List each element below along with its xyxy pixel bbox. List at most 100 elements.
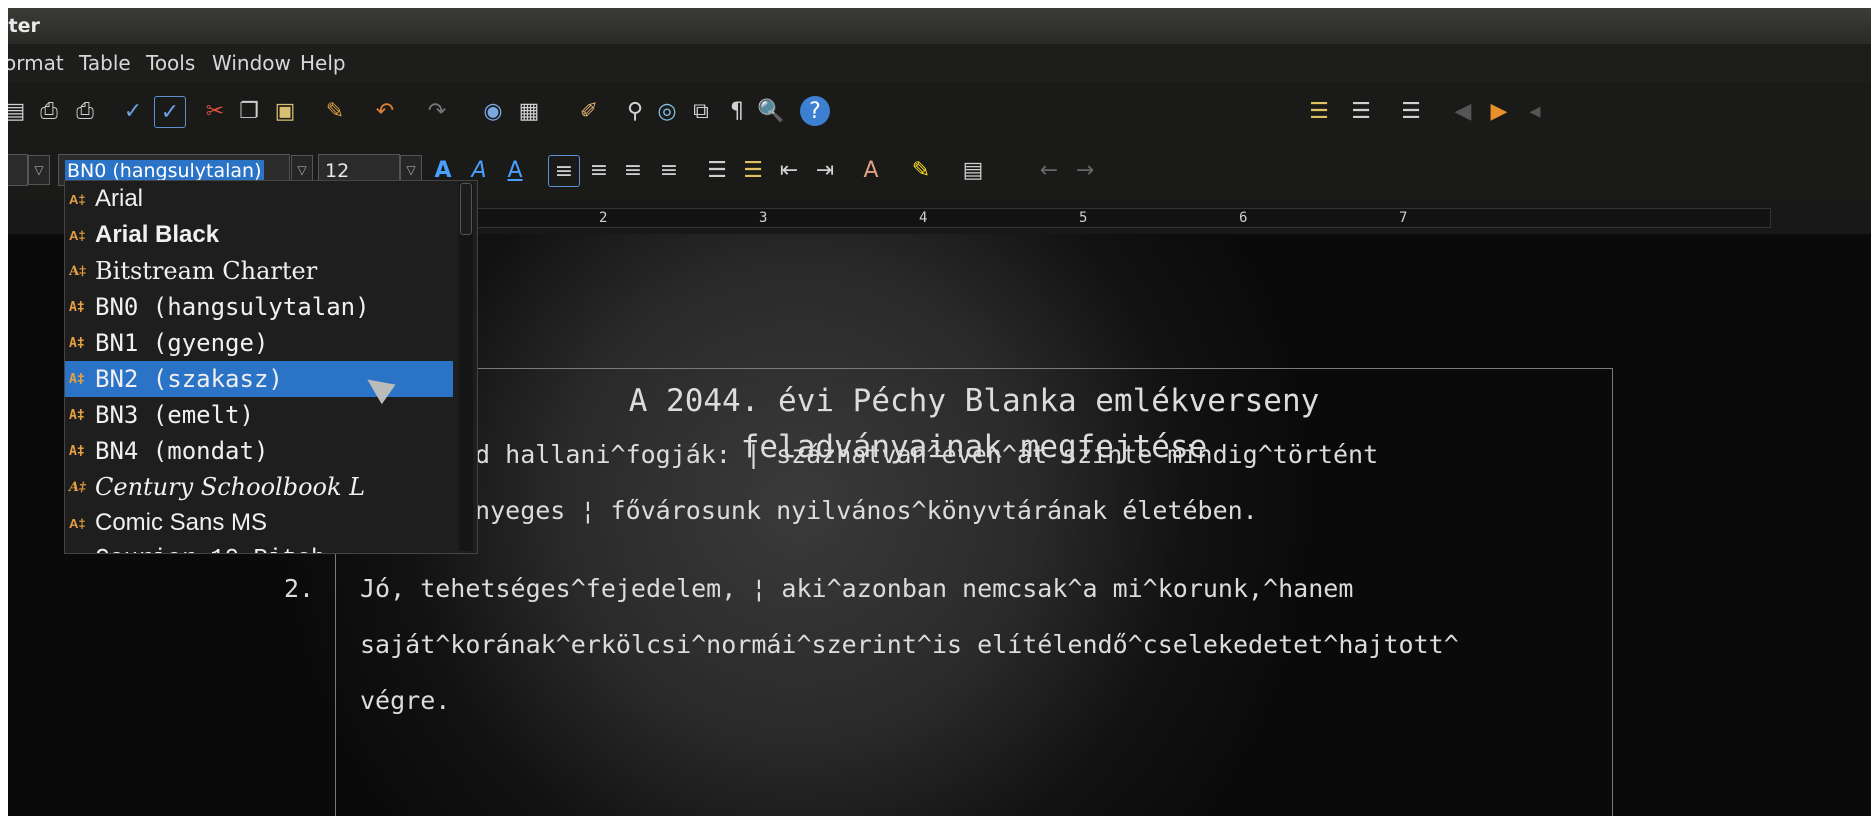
title-bar: iter	[8, 8, 1871, 44]
redo-icon[interactable]: ↷	[422, 96, 452, 126]
window-title: iter	[8, 15, 40, 37]
formatting-marks-icon[interactable]: ¶	[722, 96, 752, 126]
font-option[interactable]: A‡ Arial	[65, 181, 453, 217]
font-option-label: BN3 (emelt)	[95, 401, 254, 429]
background-color-icon[interactable]: ▤	[958, 155, 988, 185]
bullets-icon[interactable]: ☰	[738, 155, 768, 185]
font-color-icon[interactable]: A	[856, 155, 886, 185]
list-item-number: 2.	[284, 574, 315, 603]
document-line: saját^korának^erkölcsi^normái^szerint^is…	[360, 630, 1459, 659]
document-line: jd hallani^fogják: | százhatvan^éven^át …	[460, 440, 1379, 469]
paste-icon[interactable]: ▣	[270, 96, 300, 126]
menu-format[interactable]: ormat	[8, 44, 64, 82]
font-option[interactable]: A‡ BN3 (emelt)	[65, 397, 453, 433]
clone-formatting-icon[interactable]: ✎	[320, 96, 350, 126]
list3-icon[interactable]: ☰	[1396, 96, 1426, 126]
highlight-icon[interactable]: ✎	[906, 155, 936, 185]
list2-icon[interactable]: ☰	[1346, 96, 1376, 126]
font-list-dropdown[interactable]: A‡ Arial A‡ Arial Black A‡ Bitstream Charte…	[64, 180, 478, 554]
font-size-value: 12	[325, 160, 350, 182]
style-input[interactable]	[8, 154, 28, 186]
arrow-small-icon[interactable]: ◂	[1520, 96, 1550, 126]
font-option-label: Courier 10 Pitch	[95, 546, 325, 554]
help-icon[interactable]: ?	[800, 96, 830, 126]
font-option[interactable]: A‡ BN1 (gyenge)	[65, 325, 453, 361]
menu-table[interactable]: Table	[79, 44, 131, 82]
font-option-label: Century Schoolbook L	[95, 473, 366, 501]
ruler-number: 6	[1239, 210, 1248, 226]
gallery-icon[interactable]: ⧉	[686, 96, 716, 126]
font-type-icon: A‡	[69, 191, 86, 207]
font-type-icon: A‡	[69, 227, 86, 243]
undo-icon[interactable]: ↶	[370, 96, 400, 126]
standard-toolbar: ▤ ⎙ ⎙ ✓ ✓ ✂ ❐ ▣ ✎ ↶ ↷ ◉ ▦ ✐ ⚲ ◎ ⧉ ¶ 🔍 ? …	[8, 82, 1871, 140]
font-option-label: Arial Black	[95, 221, 220, 248]
forward-arrow-icon[interactable]: →	[1070, 155, 1100, 185]
numbering-icon[interactable]: ☰	[702, 155, 732, 185]
pdf-icon[interactable]: ▤	[8, 96, 30, 126]
arrow-left-icon[interactable]: ◀	[1448, 96, 1478, 126]
find-replace-icon[interactable]: ⚲	[620, 96, 650, 126]
underline-icon[interactable]: A	[500, 155, 530, 185]
justify-icon[interactable]: ≡	[654, 155, 684, 185]
font-name-value: BN0 (hangsulytalan)	[65, 160, 264, 182]
cut-icon[interactable]: ✂	[200, 96, 230, 126]
menu-window[interactable]: Window	[212, 44, 291, 82]
font-type-icon: A‡	[69, 299, 85, 315]
font-type-icon: A‡	[69, 263, 86, 279]
spellcheck-icon[interactable]: ✓	[118, 96, 148, 126]
print-icon[interactable]: ⎙	[34, 96, 64, 126]
font-type-icon: A‡	[69, 335, 85, 351]
print-preview-icon[interactable]: ⎙	[70, 96, 100, 126]
auto-spellcheck-icon[interactable]: ✓	[154, 96, 186, 128]
font-option[interactable]: A‡ BN0 (hangsulytalan)	[65, 289, 453, 325]
font-option-label: Arial	[95, 185, 144, 212]
font-option[interactable]: A‡ BN4 (mondat)	[65, 433, 453, 469]
zoom-icon[interactable]: 🔍	[756, 96, 786, 126]
font-type-icon: A‡	[69, 443, 85, 459]
font-type-icon: A‡	[69, 371, 85, 387]
draw-icon[interactable]: ✐	[574, 96, 604, 126]
font-option[interactable]: A‡ Arial Black	[65, 217, 453, 253]
font-option[interactable]: A‡ Bitstream Charter	[65, 253, 453, 289]
hyperlink-icon[interactable]: ◉	[478, 96, 508, 126]
font-type-icon: A‡	[69, 552, 95, 554]
document-line: végre.	[360, 686, 451, 715]
ruler-number: 4	[919, 210, 928, 226]
menu-help[interactable]: Help	[300, 44, 346, 82]
arrow-right-icon[interactable]: ▶	[1484, 96, 1514, 126]
font-option-selected[interactable]: A‡ BN2 (szakasz)	[65, 361, 453, 397]
increase-indent-icon[interactable]: ⇥	[810, 155, 840, 185]
font-type-icon: A‡	[69, 407, 85, 423]
application-window: iter ormat Table Tools Window Help ▤ ⎙ ⎙…	[8, 8, 1871, 816]
align-right-icon[interactable]: ≡	[618, 155, 648, 185]
ruler-number: 7	[1399, 210, 1408, 226]
scrollbar-thumb[interactable]	[460, 183, 472, 235]
font-type-icon: A‡	[69, 479, 86, 495]
menu-tools[interactable]: Tools	[146, 44, 195, 82]
document-title-line1: A 2044. évi Péchy Blanka emlékverseny	[628, 383, 1320, 419]
menu-bar: ormat Table Tools Window Help	[8, 44, 1871, 82]
align-center-icon[interactable]: ≡	[584, 155, 614, 185]
font-option-label: Bitstream Charter	[95, 257, 318, 285]
ruler-number: 3	[759, 210, 768, 226]
font-option-label: Comic Sans MS	[95, 509, 268, 536]
navigator-icon[interactable]: ◎	[652, 96, 682, 126]
document-line: ényeges ¦ fővárosunk nyilvános^könyvtárá…	[460, 496, 1258, 525]
table-icon[interactable]: ▦	[514, 96, 544, 126]
font-option[interactable]: A‡ Comic Sans MS	[65, 505, 453, 541]
style-dropdown-icon[interactable]: ▽	[28, 155, 50, 185]
copy-icon[interactable]: ❐	[234, 96, 264, 126]
list-icon[interactable]: ☰	[1304, 96, 1334, 126]
font-option-label: BN0 (hangsulytalan)	[95, 293, 370, 321]
font-list-scrollbar[interactable]	[459, 183, 473, 551]
ruler-track	[438, 208, 1771, 228]
decrease-indent-icon[interactable]: ⇤	[774, 155, 804, 185]
font-option[interactable]: A‡Courier 10 Pitch	[65, 541, 453, 554]
font-option-label: BN1 (gyenge)	[95, 329, 269, 357]
font-option[interactable]: A‡ Century Schoolbook L	[65, 469, 453, 505]
font-option-label: BN2 (szakasz)	[95, 365, 283, 393]
ruler-number: 5	[1079, 210, 1088, 226]
align-left-icon[interactable]: ≡	[548, 155, 580, 187]
back-arrow-icon[interactable]: ←	[1034, 155, 1064, 185]
